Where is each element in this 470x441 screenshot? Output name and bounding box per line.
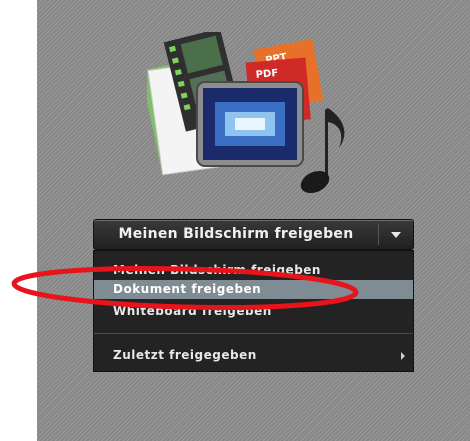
- menu-item-recently-shared[interactable]: Zuletzt freigegeben: [94, 346, 413, 365]
- share-my-screen-button[interactable]: Meinen Bildschirm freigeben: [93, 219, 414, 250]
- recently-shared-label: Zuletzt freigegeben: [113, 348, 257, 362]
- button-divider: [378, 224, 379, 245]
- share-my-screen-label[interactable]: Meinen Bildschirm freigeben: [94, 220, 378, 249]
- menu-divider: [94, 333, 413, 334]
- highlight-ellipse-annotation: [11, 265, 359, 311]
- monitor-icon: [196, 81, 304, 167]
- chevron-right-icon: [401, 352, 405, 360]
- share-content-illustration: PPT PDF: [147, 32, 345, 194]
- chevron-down-icon[interactable]: [391, 232, 401, 238]
- pdf-label: PDF: [255, 68, 278, 81]
- music-note-icon: [300, 108, 345, 194]
